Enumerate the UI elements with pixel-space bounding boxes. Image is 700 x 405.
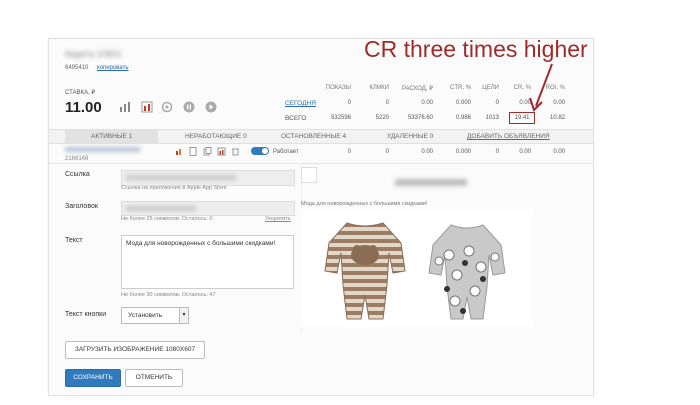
today-goals: 0 — [495, 100, 499, 106]
gear-icon[interactable] — [161, 101, 173, 113]
ad-tabs: АКТИВНЫЕ 1 НЕРАБОТАЮЩИЕ 0 ОСТАНОВЛЕННЫЕ … — [49, 129, 593, 144]
ad-shows: 0 — [347, 149, 351, 155]
ad-ctr: 0.000 — [455, 149, 471, 155]
save-button[interactable]: СОХРАНИТЬ — [65, 369, 121, 387]
cancel-button[interactable]: ОТМЕНИТЬ — [125, 369, 183, 387]
total-goals: 1013 — [485, 115, 499, 121]
text-label: Текст — [65, 237, 83, 244]
shorten-link[interactable]: Укоротить — [265, 216, 291, 222]
campaign-panel: Кедета 10801 6495410 копировать СТАВКА, … — [48, 38, 594, 396]
chart-icon[interactable] — [175, 147, 184, 156]
copy-link[interactable]: копировать — [97, 65, 129, 71]
ad-goals: 0 — [495, 149, 499, 155]
text-area[interactable]: Мода для новорожденных с большими скидка… — [121, 235, 294, 289]
title-input[interactable] — [121, 201, 295, 216]
today-shows: 0 — [347, 100, 351, 106]
tab-not-working[interactable]: НЕРАБОТАЮЩИЕ 0 — [185, 133, 247, 140]
striped-onesie-image — [324, 222, 406, 320]
bar-chart-icon[interactable] — [119, 101, 131, 113]
bid-label: СТАВКА, ₽ — [65, 90, 96, 96]
col-goals: ЦЕЛИ — [482, 85, 499, 91]
total-ctr: 0.986 — [455, 115, 471, 121]
col-spend: РАСХОД, ₽ — [401, 86, 433, 92]
text-hint: Не более 90 символов. Осталось: 47 — [121, 292, 216, 298]
button-text-value: Установить — [128, 312, 163, 319]
stats-icon[interactable] — [217, 147, 226, 156]
campaign-title: Кедета 10801 — [65, 49, 122, 59]
app-name-blurred — [395, 179, 467, 186]
sheep-onesie-image — [428, 224, 506, 320]
today-ctr: 0.000 — [455, 100, 471, 106]
delete-icon[interactable] — [231, 147, 240, 156]
button-text-label: Текст кнопки — [65, 311, 107, 318]
chevron-down-icon[interactable]: ▾ — [179, 307, 189, 324]
divider — [49, 163, 593, 164]
play-icon[interactable] — [205, 101, 217, 113]
total-roi: 10.82 — [549, 115, 565, 121]
tab-deleted[interactable]: УДАЛЕННЫЕ 0 — [387, 133, 433, 140]
tab-stopped[interactable]: ОСТАНОВЛЕННЫЕ 4 — [281, 133, 346, 140]
title-label: Заголовок — [65, 203, 98, 210]
total-spend: 53376.60 — [407, 115, 433, 121]
col-shows: ПОКАЗЫ — [325, 85, 351, 91]
ad-clicks: 0 — [385, 149, 389, 155]
app-icon-placeholder — [301, 167, 317, 183]
today-spend: 0.00 — [421, 100, 433, 106]
ad-id: 2166148 — [65, 156, 89, 162]
bid-value: 11.00 — [65, 99, 102, 116]
row-total-label: ВСЕГО — [285, 115, 307, 122]
upload-image-button[interactable]: ЗАГРУЗИТЬ ИЗОБРАЖЕНИЕ 1080X607 — [65, 341, 205, 359]
status-text: Работает — [273, 149, 299, 155]
ad-name-blurred[interactable] — [65, 147, 140, 152]
title-hint: Не более 25 символов. Осталось: 0. — [121, 216, 214, 222]
campaign-id: 6495410 — [65, 65, 89, 71]
button-text-select[interactable]: Установить — [121, 307, 187, 324]
status-toggle[interactable] — [251, 147, 269, 155]
pause-icon[interactable] — [183, 101, 195, 113]
tab-active[interactable]: АКТИВНЫЕ 1 — [65, 130, 159, 143]
link-label: Ссылка — [65, 171, 90, 178]
red-chart-icon[interactable] — [141, 101, 153, 113]
annotation-text: CR three times higher — [364, 36, 588, 62]
total-clicks: 5220 — [375, 115, 389, 121]
document-icon[interactable] — [189, 147, 198, 156]
link-input[interactable] — [121, 170, 295, 186]
col-clicks: КЛИКИ — [369, 85, 389, 91]
total-shows: 532598 — [330, 115, 351, 121]
ad-spend: 0.00 — [421, 149, 433, 155]
preview-image — [301, 209, 533, 327]
ad-roi: 0.00 — [553, 149, 565, 155]
today-clicks: 0 — [385, 100, 389, 106]
annotation-arrow-icon — [529, 63, 553, 112]
add-ads-link[interactable]: ДОБАВИТЬ ОБЪЯВЛЕНИЯ — [467, 133, 550, 140]
copy-icon[interactable] — [203, 147, 212, 156]
col-ctr: CTR, % — [450, 85, 471, 91]
preview-caption: Мода для новорожденных с большими скидка… — [301, 201, 428, 207]
ad-cr: 0.00 — [519, 149, 531, 155]
link-hint: Ссылка на приложение в Apple App Store — [121, 185, 227, 191]
